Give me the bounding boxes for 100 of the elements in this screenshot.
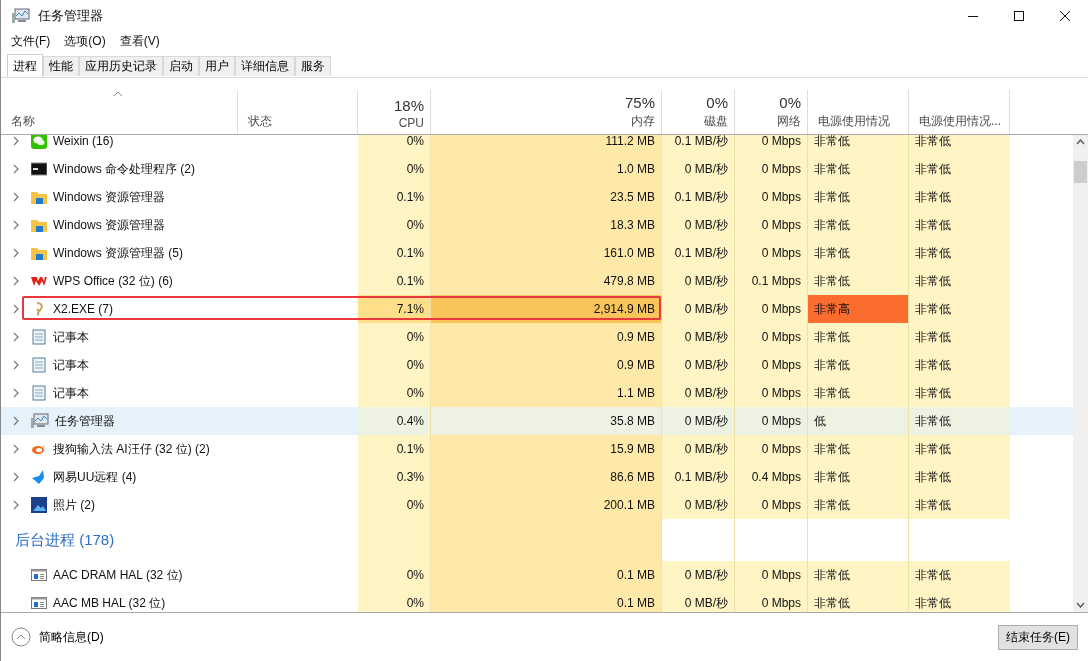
- tab[interactable]: 应用历史记录: [79, 56, 163, 76]
- scrollbar-thumb[interactable]: [1074, 161, 1087, 183]
- column-header[interactable]: 名称: [1, 90, 238, 134]
- expand-chevron-icon[interactable]: [13, 164, 19, 174]
- expand-chevron-icon[interactable]: [13, 500, 19, 510]
- table-cell: 0 Mbps: [735, 183, 808, 211]
- tab[interactable]: 用户: [199, 56, 235, 76]
- fewer-details-button[interactable]: 简略信息(D): [11, 627, 104, 647]
- table-cell: 非常低: [909, 211, 1010, 239]
- table-cell: 0 MB/秒: [662, 435, 735, 463]
- scroll-up-icon[interactable]: [1076, 139, 1085, 145]
- end-task-button[interactable]: 结束任务(E): [998, 624, 1078, 650]
- table-cell: 0 MB/秒: [662, 351, 735, 379]
- menu-item[interactable]: 选项(O): [64, 32, 106, 50]
- table-cell: 0.1%: [358, 239, 431, 267]
- table-cell: 0%: [358, 379, 431, 407]
- expand-chevron-icon[interactable]: [13, 136, 19, 146]
- vertical-scrollbar[interactable]: [1073, 135, 1088, 612]
- table-cell: 非常低: [909, 435, 1010, 463]
- table-cell: 0 MB/秒: [662, 491, 735, 519]
- column-header[interactable]: 75% 内存: [431, 90, 662, 134]
- column-header[interactable]: 0% 磁盘: [662, 90, 735, 134]
- table-cell: 非常低: [909, 561, 1010, 589]
- table-cell: 0 MB/秒: [662, 267, 735, 295]
- table-cell: 0 MB/秒: [662, 561, 735, 589]
- usage-total: 18%: [393, 97, 424, 114]
- table-cell: 0 MB/秒: [662, 155, 735, 183]
- table-cell: 111.2 MB: [431, 135, 662, 155]
- table-cell: 0.1 MB/秒: [662, 183, 735, 211]
- tab[interactable]: 进程: [7, 54, 43, 77]
- table-cell: 非常低: [808, 239, 909, 267]
- process-name: 记事本: [53, 328, 89, 346]
- bird-shape-icon: [31, 469, 47, 485]
- table-cell: 非常低: [808, 379, 909, 407]
- expand-chevron-icon[interactable]: [13, 220, 19, 230]
- process-name: 搜狗输入法 AI汪仔 (32 位) (2): [53, 440, 210, 458]
- group-header: 后台进程 (178): [15, 530, 115, 550]
- process-name: Windows 命令处理程序 (2): [53, 160, 195, 178]
- table-cell: 0.1%: [358, 435, 431, 463]
- usage-total: 75%: [624, 94, 655, 111]
- table-cell: 0.9 MB: [431, 351, 662, 379]
- tab[interactable]: 性能: [43, 56, 79, 76]
- column-header[interactable]: 电源使用情况: [808, 90, 909, 134]
- table-cell: 非常低: [909, 463, 1010, 491]
- table-cell: 非常低: [909, 491, 1010, 519]
- column-header[interactable]: 18% CPU: [358, 90, 431, 134]
- table-cell: 0 Mbps: [735, 135, 808, 155]
- table-cell: 非常低: [909, 239, 1010, 267]
- table-cell: 0 Mbps: [735, 323, 808, 351]
- tab[interactable]: 启动: [163, 56, 199, 76]
- table-cell: 0 Mbps: [735, 211, 808, 239]
- table-cell: 18.3 MB: [431, 211, 662, 239]
- table-cell: 0 MB/秒: [662, 211, 735, 239]
- table-cell: 0 Mbps: [735, 561, 808, 589]
- expand-chevron-icon[interactable]: [13, 304, 19, 314]
- tab[interactable]: 服务: [295, 56, 331, 76]
- table-cell: 86.6 MB: [431, 463, 662, 491]
- process-name: 任务管理器: [55, 412, 115, 430]
- table-cell: 非常低: [909, 323, 1010, 351]
- expand-chevron-icon[interactable]: [13, 416, 19, 426]
- sort-up-icon: [113, 91, 123, 97]
- table-cell: 479.8 MB: [431, 267, 662, 295]
- column-label: 磁盘: [704, 113, 728, 130]
- service-window-icon: [31, 567, 47, 583]
- table-cell: 0 MB/秒: [662, 407, 735, 435]
- table-cell: 200.1 MB: [431, 491, 662, 519]
- table-cell: 0 MB/秒: [662, 323, 735, 351]
- table-cell: 非常低: [808, 267, 909, 295]
- expand-chevron-icon[interactable]: [13, 332, 19, 342]
- column-header[interactable]: 状态: [238, 90, 358, 134]
- expand-chevron-icon[interactable]: [13, 444, 19, 454]
- expand-chevron-icon[interactable]: [13, 192, 19, 202]
- tab[interactable]: 详细信息: [235, 56, 295, 76]
- table-cell: 0.1%: [358, 183, 431, 211]
- column-header[interactable]: 电源使用情况...: [909, 90, 1010, 134]
- monitor-chart-icon: [31, 413, 49, 429]
- expand-chevron-icon[interactable]: [13, 472, 19, 482]
- expand-chevron-icon[interactable]: [13, 276, 19, 286]
- menu-item[interactable]: 文件(F): [11, 32, 51, 50]
- expand-chevron-icon[interactable]: [13, 388, 19, 398]
- table-cell: 非常低: [808, 323, 909, 351]
- table-cell: 非常低: [808, 463, 909, 491]
- table-cell: 0%: [358, 561, 431, 589]
- app-icon: [12, 8, 30, 24]
- table-cell: 非常低: [808, 135, 909, 155]
- table-cell: 0%: [358, 351, 431, 379]
- expand-chevron-icon[interactable]: [13, 360, 19, 370]
- process-name: 记事本: [53, 384, 89, 402]
- menu-item[interactable]: 查看(V): [119, 32, 160, 50]
- table-cell: 23.5 MB: [431, 183, 662, 211]
- column-label: 电源使用情况: [818, 113, 891, 130]
- table-cell: 0%: [358, 491, 431, 519]
- table-cell: 非常高: [808, 295, 909, 323]
- table-cell: 非常低: [909, 379, 1010, 407]
- table-cell: 0 MB/秒: [662, 379, 735, 407]
- expand-chevron-icon[interactable]: [13, 248, 19, 258]
- column-header[interactable]: 0% 网络: [735, 90, 808, 134]
- table-cell: 0 Mbps: [735, 435, 808, 463]
- table-cell: 0.1 Mbps: [735, 267, 808, 295]
- scroll-down-icon[interactable]: [1076, 602, 1085, 608]
